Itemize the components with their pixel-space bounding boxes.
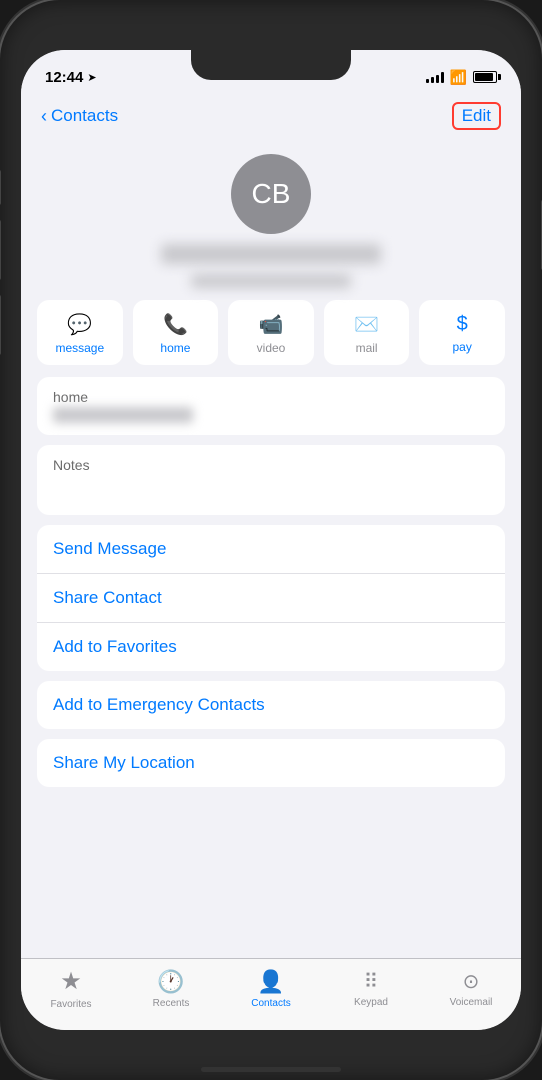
notes-row: Notes xyxy=(37,445,505,515)
notes-label: Notes xyxy=(53,457,489,473)
tab-contacts[interactable]: 👤 Contacts xyxy=(241,969,301,1009)
emergency-contacts-label: Add to Emergency Contacts xyxy=(53,695,265,714)
action-buttons-row: 💬 message 📞 home 📹 video ✉️ mail $ xyxy=(21,300,521,377)
phone-info-card: home xyxy=(37,377,505,435)
home-indicator xyxy=(201,1067,341,1072)
phone-frame: 12:44 ➤ 📶 ‹ Contacts xyxy=(0,0,542,1080)
phone-value-blur xyxy=(53,407,193,423)
phone-icon: 📞 xyxy=(163,312,188,337)
action-list-section-3: Share My Location xyxy=(37,739,505,787)
tab-favorites[interactable]: ★ Favorites xyxy=(41,967,101,1010)
pay-button[interactable]: $ pay xyxy=(419,300,505,365)
message-label: message xyxy=(55,341,104,355)
video-button[interactable]: 📹 video xyxy=(228,300,314,365)
favorites-icon: ★ xyxy=(60,967,82,996)
add-favorites-item[interactable]: Add to Favorites xyxy=(37,623,505,671)
message-button[interactable]: 💬 message xyxy=(37,300,123,365)
pay-label: pay xyxy=(453,340,472,354)
signal-icon xyxy=(426,71,444,83)
contacts-icon: 👤 xyxy=(257,969,284,995)
notes-card: Notes xyxy=(37,445,505,515)
voicemail-tab-label: Voicemail xyxy=(450,997,493,1008)
recents-icon: 🕐 xyxy=(157,969,184,995)
avatar: CB xyxy=(231,154,311,234)
content-scroll[interactable]: CB 💬 message 📞 home 📹 video xyxy=(21,138,521,958)
mail-icon: ✉️ xyxy=(354,312,379,337)
location-arrow-icon: ➤ xyxy=(87,71,96,84)
share-location-item[interactable]: Share My Location xyxy=(37,739,505,787)
favorites-tab-label: Favorites xyxy=(50,999,91,1010)
chevron-left-icon: ‹ xyxy=(41,106,47,127)
message-icon: 💬 xyxy=(67,312,92,337)
volume-down-button xyxy=(0,295,1,355)
edit-button[interactable]: Edit xyxy=(452,102,501,130)
send-message-item[interactable]: Send Message xyxy=(37,525,505,574)
phone-info-row: home xyxy=(37,377,505,435)
video-icon: 📹 xyxy=(259,312,284,337)
pay-icon: $ xyxy=(457,313,468,336)
tab-bar: ★ Favorites 🕐 Recents 👤 Contacts ⠿ Keypa… xyxy=(21,958,521,1030)
voicemail-icon: ⊙ xyxy=(463,969,480,994)
nav-bar: ‹ Contacts Edit xyxy=(21,94,521,138)
mail-button[interactable]: ✉️ mail xyxy=(324,300,410,365)
tab-voicemail[interactable]: ⊙ Voicemail xyxy=(441,969,501,1008)
tab-recents[interactable]: 🕐 Recents xyxy=(141,969,201,1009)
battery-icon xyxy=(473,71,497,83)
video-label: video xyxy=(257,341,286,355)
emergency-contacts-item[interactable]: Add to Emergency Contacts xyxy=(37,681,505,729)
keypad-icon: ⠿ xyxy=(364,969,379,994)
mail-label: mail xyxy=(356,341,378,355)
home-call-button[interactable]: 📞 home xyxy=(133,300,219,365)
keypad-tab-label: Keypad xyxy=(354,997,388,1008)
action-list-section-1: Send Message Share Contact Add to Favori… xyxy=(37,525,505,671)
status-icons: 📶 xyxy=(426,69,497,86)
phone-screen: 12:44 ➤ 📶 ‹ Contacts xyxy=(21,50,521,1030)
notch xyxy=(191,50,351,80)
share-contact-label: Share Contact xyxy=(53,588,162,607)
contacts-tab-label: Contacts xyxy=(251,998,290,1009)
send-message-label: Send Message xyxy=(53,539,166,558)
share-location-label: Share My Location xyxy=(53,753,195,772)
action-list-section-2: Add to Emergency Contacts xyxy=(37,681,505,729)
avatar-section: CB xyxy=(21,138,521,300)
phone-label: home xyxy=(53,389,489,405)
volume-up-button xyxy=(0,220,1,280)
status-time: 12:44 xyxy=(45,69,83,86)
avatar-initials: CB xyxy=(252,178,291,210)
contact-name-blur xyxy=(161,244,381,264)
back-label: Contacts xyxy=(51,106,118,126)
home-label: home xyxy=(160,341,190,355)
tab-keypad[interactable]: ⠿ Keypad xyxy=(341,969,401,1008)
add-favorites-label: Add to Favorites xyxy=(53,637,177,656)
silent-switch xyxy=(0,170,1,205)
contact-subtitle-blur xyxy=(191,274,351,288)
back-button[interactable]: ‹ Contacts xyxy=(41,106,118,127)
share-contact-item[interactable]: Share Contact xyxy=(37,574,505,623)
recents-tab-label: Recents xyxy=(153,998,190,1009)
wifi-icon: 📶 xyxy=(450,69,467,86)
